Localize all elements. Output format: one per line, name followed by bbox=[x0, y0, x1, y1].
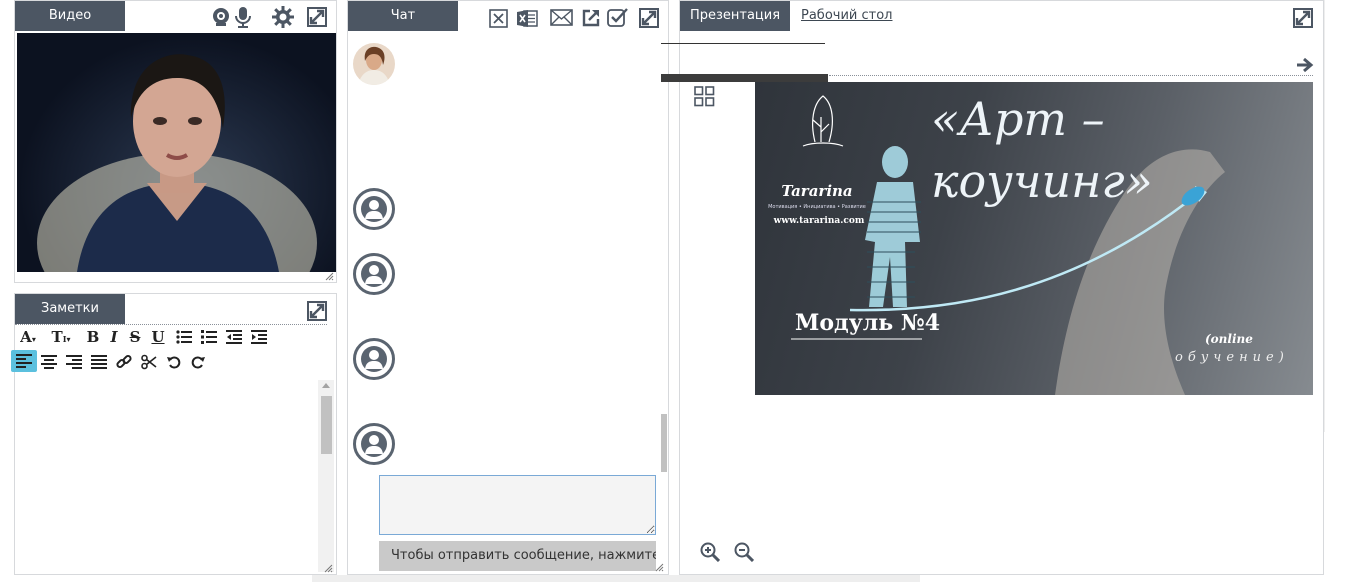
notes-editor[interactable] bbox=[17, 380, 334, 572]
underline-button[interactable]: U bbox=[150, 326, 166, 348]
presenter-video-image bbox=[37, 54, 317, 272]
outdent-icon[interactable] bbox=[226, 329, 242, 345]
slide-logo-site: www.tararina.com bbox=[773, 216, 865, 226]
slide-logo-tagline: Мотивация • Инициатива • Развитие bbox=[768, 204, 866, 210]
gear-icon[interactable] bbox=[272, 6, 294, 28]
footer-strip bbox=[312, 575, 920, 582]
slide-title: «Арт – коучинг» bbox=[931, 92, 1153, 208]
page-scrollbar[interactable] bbox=[1324, 0, 1352, 432]
microphone-icon[interactable] bbox=[233, 6, 253, 28]
align-right-icon[interactable] bbox=[66, 355, 82, 369]
user-icon bbox=[361, 346, 387, 372]
align-left-button[interactable] bbox=[11, 350, 37, 372]
chat-message-input[interactable] bbox=[379, 475, 656, 535]
indent-icon[interactable] bbox=[251, 329, 267, 345]
slide-online: (online bbox=[1205, 332, 1253, 346]
presenter-avatar bbox=[353, 43, 395, 85]
chat-resize-handle[interactable] bbox=[654, 561, 664, 572]
user-avatar bbox=[353, 338, 395, 380]
font-family-label: T bbox=[51, 328, 63, 346]
mail-icon[interactable] bbox=[550, 9, 573, 26]
notes-scrollbar[interactable] bbox=[318, 380, 334, 572]
notes-tab[interactable]: Заметки bbox=[15, 294, 125, 324]
page-divider-line bbox=[661, 43, 825, 44]
bullet-list-icon[interactable] bbox=[176, 329, 192, 345]
numbered-list-icon[interactable] bbox=[201, 329, 217, 345]
notes-panel: Заметки A▾ TI▾ B I S U bbox=[11, 293, 337, 575]
italic-button[interactable]: I bbox=[106, 326, 122, 348]
expand-icon[interactable] bbox=[307, 7, 327, 27]
user-avatar bbox=[353, 253, 395, 295]
expand-icon[interactable] bbox=[307, 301, 327, 321]
notes-scroll-thumb[interactable] bbox=[321, 396, 332, 454]
align-left-icon bbox=[16, 354, 32, 368]
notes-divider bbox=[15, 324, 327, 325]
align-center-icon[interactable] bbox=[41, 355, 57, 369]
chat-send-button[interactable]: Чтобы отправить сообщение, нажмите Enter bbox=[379, 541, 656, 571]
slide-progress-bar bbox=[661, 74, 828, 82]
chat-scroll-thumb[interactable] bbox=[661, 414, 667, 472]
align-justify-icon[interactable] bbox=[91, 355, 107, 369]
video-panel: Видео bbox=[14, 0, 337, 283]
slide-logo-name: Tararina bbox=[781, 182, 853, 200]
redo-icon[interactable] bbox=[190, 354, 206, 370]
scroll-up-arrow-icon[interactable] bbox=[322, 383, 330, 388]
zoom-in-icon[interactable] bbox=[700, 542, 720, 562]
user-icon bbox=[361, 261, 387, 287]
chat-panel: Чат Чтобы отправить сообщение, нажмите E… bbox=[347, 0, 669, 575]
notes-resize-handle[interactable] bbox=[323, 562, 333, 573]
scissors-icon[interactable] bbox=[141, 354, 157, 370]
expand-icon[interactable] bbox=[1293, 8, 1313, 28]
slide-module: Модуль №4 bbox=[795, 310, 941, 336]
slide-learning: обучение) bbox=[1175, 350, 1289, 365]
link-icon[interactable] bbox=[116, 354, 132, 370]
video-stream bbox=[17, 33, 336, 272]
video-resize-handle[interactable] bbox=[324, 270, 334, 281]
slide-grid-icon[interactable] bbox=[694, 86, 715, 107]
expand-icon[interactable] bbox=[639, 8, 659, 28]
chat-tab[interactable]: Чат bbox=[348, 1, 458, 31]
font-family-button[interactable]: TI▾ bbox=[47, 326, 75, 348]
clear-chat-icon[interactable] bbox=[489, 9, 508, 28]
checkbox-icon[interactable] bbox=[607, 7, 629, 28]
font-size-label: A bbox=[20, 328, 32, 346]
font-size-button[interactable]: A▾ bbox=[17, 326, 39, 348]
presentation-panel: Презентация Рабочий стол «Арт – коучинг»… bbox=[679, 0, 1324, 575]
tab-presentation[interactable]: Презентация bbox=[680, 1, 790, 31]
user-avatar bbox=[353, 423, 395, 465]
video-tab[interactable]: Видео bbox=[15, 1, 125, 31]
popout-icon[interactable] bbox=[582, 9, 600, 27]
slide-nav-divider bbox=[829, 75, 1313, 76]
presentation-slide: «Арт – коучинг» Tararina Мотивация • Ини… bbox=[755, 82, 1313, 395]
bold-button[interactable]: B bbox=[84, 326, 102, 348]
undo-icon[interactable] bbox=[166, 354, 182, 370]
strikethrough-button[interactable]: S bbox=[127, 326, 143, 348]
zoom-out-icon[interactable] bbox=[734, 542, 754, 562]
user-icon bbox=[361, 196, 387, 222]
webcam-icon[interactable] bbox=[211, 7, 231, 27]
user-avatar bbox=[353, 188, 395, 230]
excel-export-icon[interactable] bbox=[517, 9, 538, 28]
user-icon bbox=[361, 431, 387, 457]
next-slide-arrow-icon[interactable] bbox=[1296, 57, 1314, 73]
tab-desktop[interactable]: Рабочий стол bbox=[801, 1, 892, 31]
